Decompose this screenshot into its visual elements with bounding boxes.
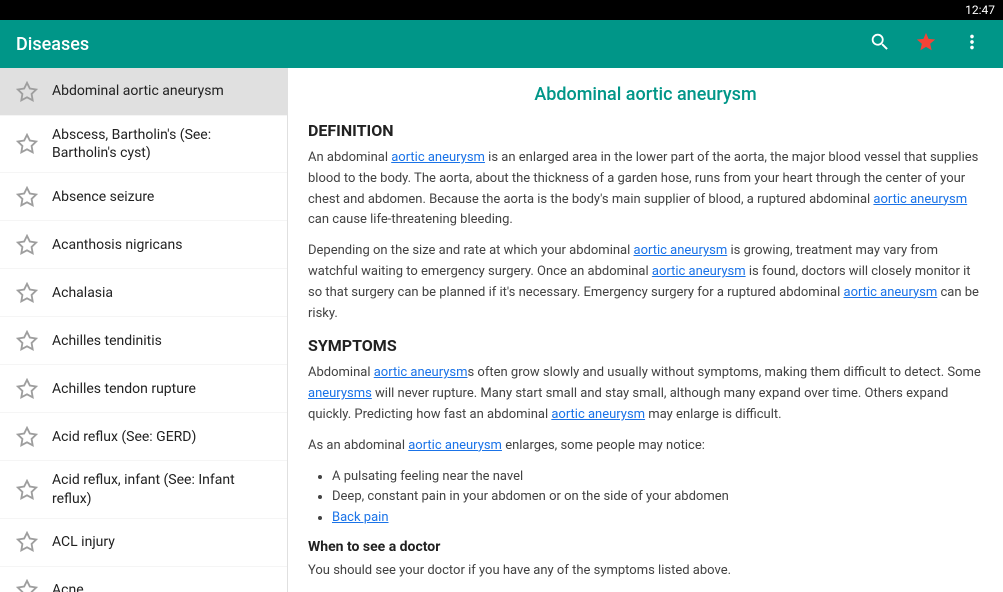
bullet-item: A pulsating feeling near the navel: [332, 467, 983, 488]
list-item[interactable]: Acne: [0, 567, 287, 592]
star-icon[interactable]: [16, 479, 38, 501]
star-icon[interactable]: [16, 330, 38, 352]
list-item[interactable]: Acid reflux (See: GERD): [0, 413, 287, 461]
detail-paragraph: As an abdominal aortic aneurysm enlarges…: [308, 436, 983, 457]
link[interactable]: aortic aneurysm: [551, 407, 645, 422]
link[interactable]: aortic aneurysm: [844, 285, 938, 300]
item-label: Abscess, Bartholin's (See: Bartholin's c…: [52, 126, 271, 162]
link[interactable]: aortic aneurysm: [634, 243, 728, 258]
list-item[interactable]: Achilles tendinitis: [0, 317, 287, 365]
list-item[interactable]: Achilles tendon rupture: [0, 365, 287, 413]
star-icon[interactable]: [16, 133, 38, 155]
star-icon[interactable]: [16, 531, 38, 553]
detail-panel: Abdominal aortic aneurysm DEFINITION An ab…: [288, 68, 1003, 592]
main-content: Abdominal aortic aneurysm Abscess, Bartho…: [0, 68, 1003, 592]
item-label: Achilles tendinitis: [52, 332, 162, 350]
item-label: Acid reflux, infant (See: Infant reflux): [52, 471, 271, 507]
star-icon[interactable]: [16, 378, 38, 400]
app-title: Diseases: [16, 34, 849, 55]
star-icon[interactable]: [16, 579, 38, 592]
star-icon[interactable]: [16, 234, 38, 256]
link[interactable]: aortic aneurysm: [873, 192, 967, 207]
list-item[interactable]: Achalasia: [0, 269, 287, 317]
search-icon[interactable]: [865, 27, 895, 62]
disease-list: Abdominal aortic aneurysm Abscess, Bartho…: [0, 68, 288, 592]
item-label: Acanthosis nigricans: [52, 236, 182, 254]
time: 12:47: [965, 3, 995, 17]
star-icon[interactable]: [16, 81, 38, 103]
list-item[interactable]: Absence seizure: [0, 173, 287, 221]
link[interactable]: aortic aneurysm: [391, 150, 485, 165]
app-bar: Diseases: [0, 20, 1003, 68]
item-label: Absence seizure: [52, 188, 154, 206]
detail-paragraph: Abdominal aortic aneurysms often grow sl…: [308, 363, 983, 425]
star-icon[interactable]: [16, 186, 38, 208]
list-item[interactable]: Acid reflux, infant (See: Infant reflux): [0, 461, 287, 518]
link[interactable]: aneurysms: [308, 386, 372, 401]
star-icon[interactable]: [16, 426, 38, 448]
list-item[interactable]: Abscess, Bartholin's (See: Bartholin's c…: [0, 116, 287, 173]
bullet-item: Deep, constant pain in your abdomen or o…: [332, 487, 983, 508]
list-item[interactable]: Acanthosis nigricans: [0, 221, 287, 269]
detail-title: Abdominal aortic aneurysm: [308, 84, 983, 105]
more-options-icon[interactable]: [957, 27, 987, 62]
link[interactable]: aortic aneurysm: [408, 438, 502, 453]
section-heading: SYMPTOMS: [308, 336, 983, 355]
link[interactable]: aortic aneurysm: [374, 365, 468, 380]
list-item[interactable]: Abdominal aortic aneurysm: [0, 68, 287, 116]
link[interactable]: Back pain: [332, 510, 389, 525]
item-label: Abdominal aortic aneurysm: [52, 82, 224, 100]
bullet-list: A pulsating feeling near the navelDeep, …: [332, 467, 983, 529]
subsection-heading: When to see a doctor: [308, 539, 983, 555]
item-label: Achilles tendon rupture: [52, 380, 196, 398]
status-bar: 12:47: [0, 0, 1003, 20]
link[interactable]: aortic aneurysm: [652, 264, 746, 279]
bullet-item: Back pain: [332, 508, 983, 529]
detail-paragraph: You should see your doctor if you have a…: [308, 561, 983, 582]
item-label: Acid reflux (See: GERD): [52, 428, 196, 446]
item-label: ACL injury: [52, 533, 115, 551]
section-heading: DEFINITION: [308, 121, 983, 140]
item-label: Achalasia: [52, 284, 113, 302]
item-label: Acne: [52, 581, 84, 592]
favorites-icon[interactable]: [911, 27, 941, 62]
list-item[interactable]: ACL injury: [0, 519, 287, 567]
detail-paragraph: An abdominal aortic aneurysm is an enlar…: [308, 148, 983, 231]
detail-paragraph: Depending on the size and rate at which …: [308, 241, 983, 324]
star-icon[interactable]: [16, 282, 38, 304]
